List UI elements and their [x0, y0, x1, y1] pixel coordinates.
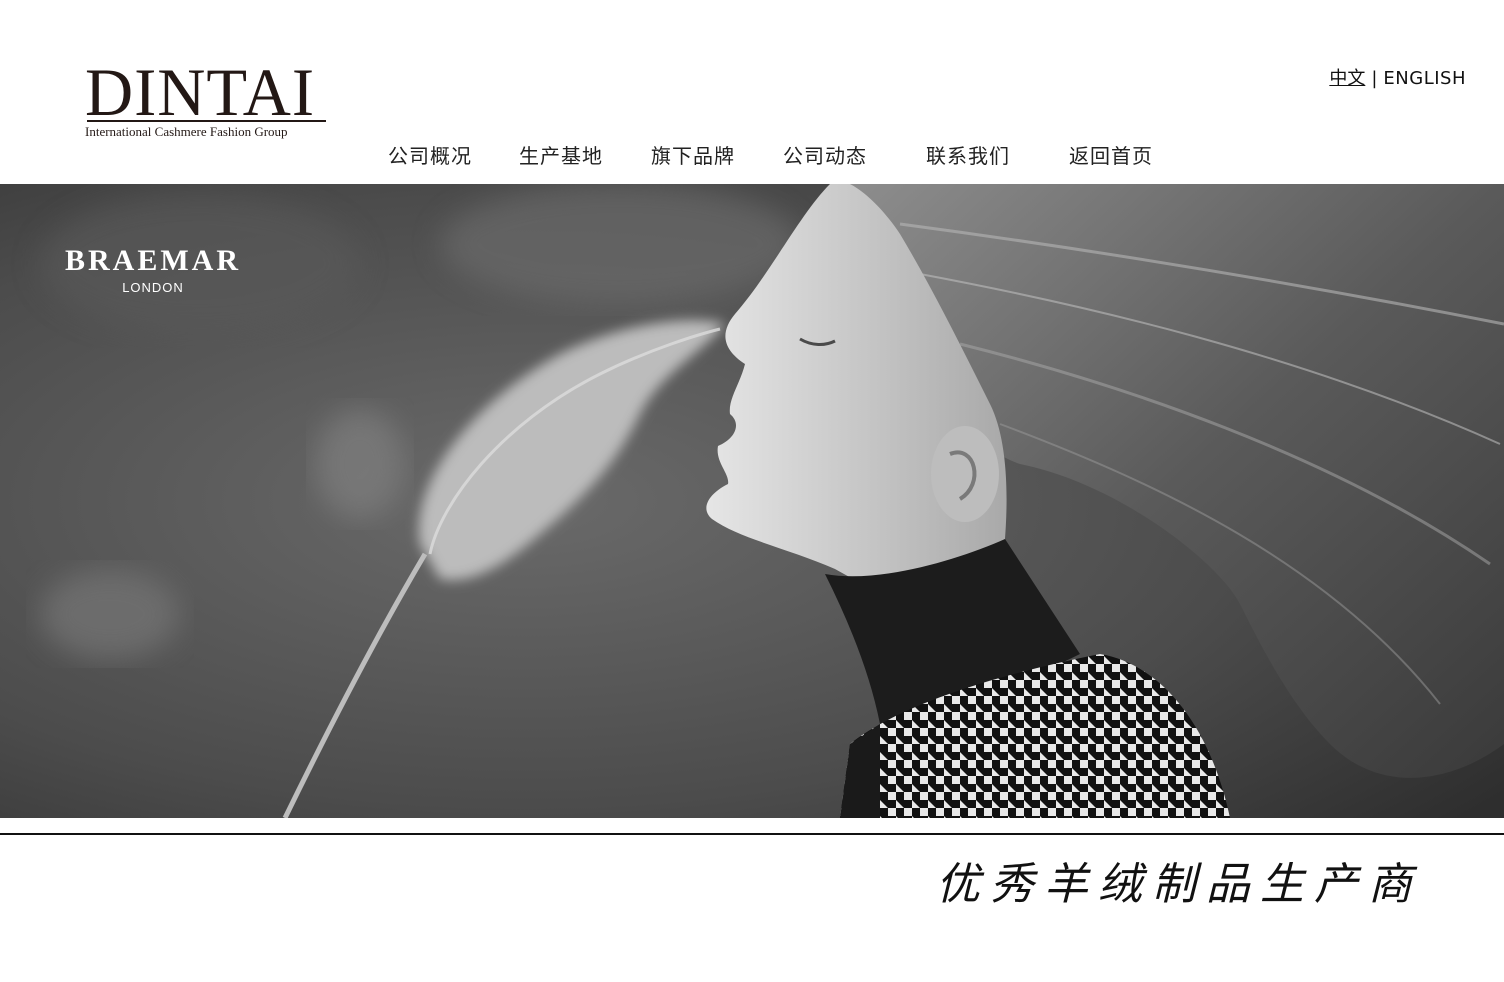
nav-item-production-base[interactable]: 生产基地 — [519, 140, 603, 169]
brand-name: BRAEMAR — [65, 244, 241, 277]
nav-item-home[interactable]: 返回首页 — [1069, 140, 1153, 169]
nav-item-brands[interactable]: 旗下品牌 — [651, 140, 735, 169]
logo-wordmark: DINTAI — [85, 54, 316, 130]
company-logo[interactable]: DINTAI International Cashmere Fashion Gr… — [85, 54, 330, 142]
hero-banner: BRAEMAR LONDON — [0, 184, 1504, 818]
slogan-text: 优秀羊绒制品生产商 — [936, 859, 1422, 910]
braemar-brand-mark: BRAEMAR LONDON — [58, 244, 248, 296]
brand-city: LONDON — [122, 280, 184, 295]
language-switcher: 中文 | ENGLISH — [1329, 64, 1466, 90]
lang-separator: | — [1371, 68, 1378, 89]
page: DINTAI International Cashmere Fashion Gr… — [0, 0, 1504, 982]
nav-item-company-overview[interactable]: 公司概况 — [388, 140, 472, 169]
main-nav: 公司概况 生产基地 旗下品牌 公司动态 联系我们 返回首页 — [0, 140, 1504, 174]
nav-item-news[interactable]: 公司动态 — [783, 140, 867, 169]
lang-english-link[interactable]: ENGLISH — [1383, 68, 1466, 89]
lang-chinese-link[interactable]: 中文 — [1329, 68, 1365, 89]
logo-rule — [87, 120, 326, 122]
logo-tagline: International Cashmere Fashion Group — [85, 124, 288, 139]
nav-item-contact[interactable]: 联系我们 — [926, 140, 1010, 169]
section-divider — [0, 833, 1504, 835]
